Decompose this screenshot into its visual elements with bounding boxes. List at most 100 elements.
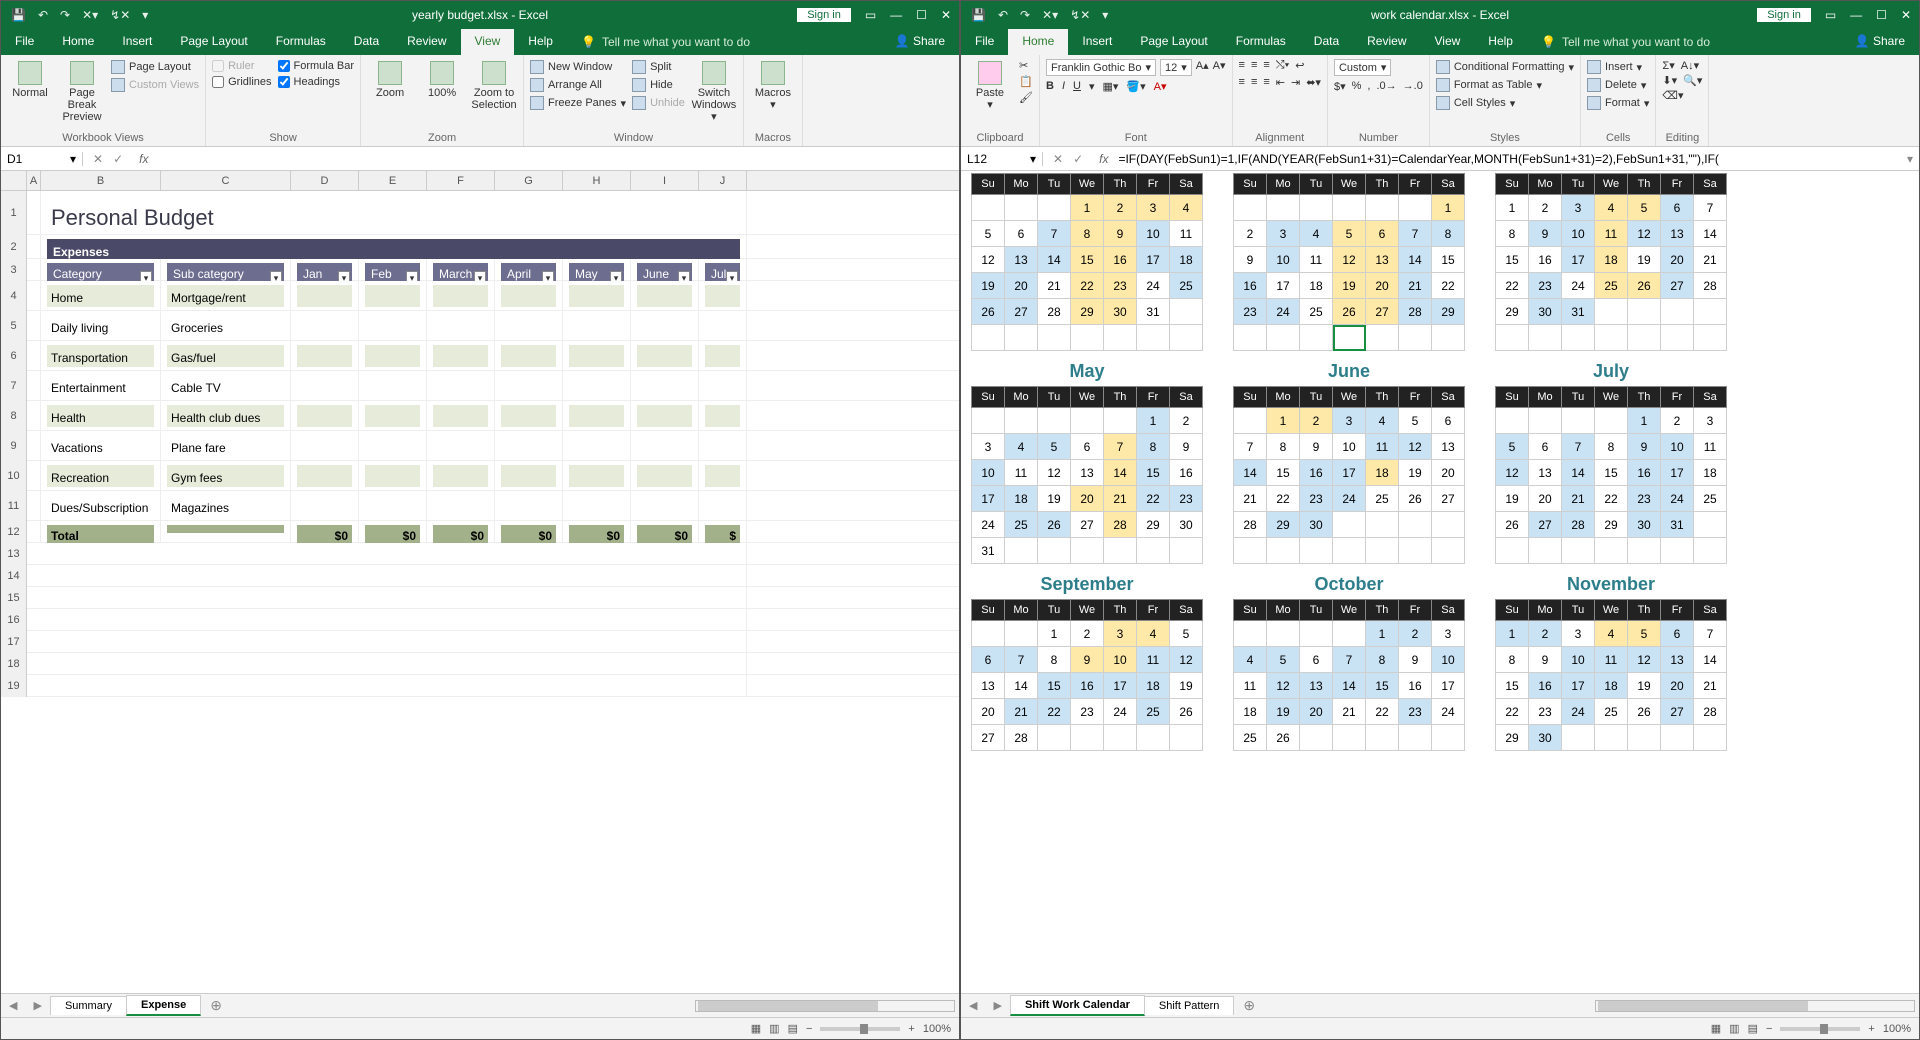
formula-input[interactable] [154, 152, 959, 166]
day-cell[interactable] [1267, 538, 1300, 564]
day-cell[interactable]: 9 [1071, 647, 1104, 673]
day-cell[interactable]: 13 [1366, 247, 1399, 273]
day-cell[interactable] [972, 621, 1005, 647]
day-cell[interactable]: 11 [1595, 647, 1628, 673]
day-cell[interactable] [1694, 725, 1727, 751]
ruler-checkbox[interactable]: Ruler [212, 59, 271, 73]
day-cell[interactable] [1432, 725, 1465, 751]
cell[interactable]: $0 [495, 521, 563, 543]
cell[interactable] [291, 311, 359, 341]
name-box[interactable]: L12▾ [961, 152, 1043, 166]
day-cell[interactable] [1529, 408, 1562, 434]
enter-icon[interactable]: ✓ [1073, 152, 1083, 166]
fontcolor-button[interactable]: A▾ [1154, 80, 1167, 93]
format-cells-button[interactable]: Format ▾ [1587, 95, 1649, 111]
day-cell[interactable]: 20 [972, 699, 1005, 725]
sheet-nav-next[interactable]: ▶ [985, 999, 1009, 1012]
day-cell[interactable] [1366, 325, 1399, 351]
day-cell[interactable]: 22 [1496, 273, 1529, 299]
cell[interactable] [291, 281, 359, 311]
day-cell[interactable]: 15 [1071, 247, 1104, 273]
day-cell[interactable]: 16 [1529, 673, 1562, 699]
day-cell[interactable] [1366, 512, 1399, 538]
day-cell[interactable]: 5 [972, 221, 1005, 247]
day-cell[interactable]: 14 [1104, 460, 1137, 486]
day-cell[interactable]: 30 [1529, 725, 1562, 751]
orient-icon[interactable]: ⤭▾ [1276, 59, 1289, 72]
day-cell[interactable]: 1 [1628, 408, 1661, 434]
cell[interactable] [27, 609, 747, 631]
newwindow-button[interactable]: New Window [530, 59, 626, 75]
cell[interactable] [27, 587, 747, 609]
day-cell[interactable] [1399, 195, 1432, 221]
cell[interactable]: Mortgage/rent [161, 281, 291, 311]
day-cell[interactable]: 4 [1300, 221, 1333, 247]
day-cell[interactable]: 6 [1005, 221, 1038, 247]
day-cell[interactable]: 23 [1628, 486, 1661, 512]
day-cell[interactable] [1137, 538, 1170, 564]
day-cell[interactable] [1300, 725, 1333, 751]
cell[interactable] [27, 565, 747, 587]
sheet-tab-summary[interactable]: Summary [50, 996, 127, 1015]
day-cell[interactable]: 22 [1038, 699, 1071, 725]
day-cell[interactable]: 2 [1399, 621, 1432, 647]
day-cell[interactable]: 20 [1071, 486, 1104, 512]
chevron-down-icon[interactable]: ▾ [1030, 152, 1036, 166]
day-cell[interactable]: 17 [1267, 273, 1300, 299]
day-cell[interactable]: 16 [1300, 460, 1333, 486]
day-cell[interactable]: 2 [1529, 621, 1562, 647]
cell[interactable]: Recreation [41, 461, 161, 491]
row-header[interactable]: 1 [1, 191, 27, 235]
day-cell[interactable]: 14 [1694, 221, 1727, 247]
day-cell[interactable]: 3 [1562, 621, 1595, 647]
day-cell[interactable]: 12 [1333, 247, 1366, 273]
day-cell[interactable]: 4 [1595, 621, 1628, 647]
day-cell[interactable] [972, 325, 1005, 351]
cell[interactable] [563, 431, 631, 461]
align-bot-icon[interactable]: ≡ [1263, 59, 1269, 72]
day-cell[interactable] [1399, 725, 1432, 751]
cell[interactable] [427, 371, 495, 401]
indent-dec-icon[interactable]: ⇤ [1276, 76, 1285, 89]
day-cell[interactable] [1038, 325, 1071, 351]
day-cell[interactable] [1005, 621, 1038, 647]
cell[interactable] [27, 631, 747, 653]
formulabar-checkbox[interactable]: Formula Bar [278, 59, 355, 73]
row-header[interactable]: 3 [1, 259, 27, 281]
day-cell[interactable]: 16 [1628, 460, 1661, 486]
day-cell[interactable]: 19 [1399, 460, 1432, 486]
cell[interactable]: Category▾ [41, 259, 161, 281]
day-cell[interactable]: 14 [1005, 673, 1038, 699]
day-cell[interactable]: 13 [1071, 460, 1104, 486]
day-cell[interactable]: 4 [1137, 621, 1170, 647]
day-cell[interactable]: 11 [1366, 434, 1399, 460]
cell[interactable]: Health club dues [161, 401, 291, 431]
day-cell[interactable]: 23 [1234, 299, 1267, 325]
day-cell[interactable]: 30 [1170, 512, 1203, 538]
day-cell[interactable] [1234, 538, 1267, 564]
day-cell[interactable]: 8 [1137, 434, 1170, 460]
cell[interactable] [699, 281, 747, 311]
day-cell[interactable]: 1 [1038, 621, 1071, 647]
day-cell[interactable]: 22 [1137, 486, 1170, 512]
cell[interactable] [427, 341, 495, 371]
day-cell[interactable] [1628, 299, 1661, 325]
day-cell[interactable]: 22 [1496, 699, 1529, 725]
day-cell[interactable] [1038, 408, 1071, 434]
tab-file[interactable]: File [1, 29, 48, 55]
signin-button[interactable]: Sign in [1757, 8, 1811, 22]
day-cell[interactable] [1267, 621, 1300, 647]
formatpainter-icon[interactable]: 🖌 [1019, 91, 1033, 105]
day-cell[interactable]: 3 [1562, 195, 1595, 221]
font-size-combo[interactable]: 12 ▾ [1160, 59, 1192, 76]
cell[interactable] [27, 371, 41, 401]
day-cell[interactable]: 24 [1432, 699, 1465, 725]
day-cell[interactable]: 22 [1267, 486, 1300, 512]
day-cell[interactable]: 31 [1661, 512, 1694, 538]
day-cell[interactable] [1432, 512, 1465, 538]
cell[interactable] [631, 371, 699, 401]
day-cell[interactable] [1234, 325, 1267, 351]
zoomsel-button[interactable]: Zoom to Selection [471, 59, 517, 113]
day-cell[interactable]: 19 [1628, 673, 1661, 699]
sheet-tab-shiftwork[interactable]: Shift Work Calendar [1010, 995, 1145, 1016]
